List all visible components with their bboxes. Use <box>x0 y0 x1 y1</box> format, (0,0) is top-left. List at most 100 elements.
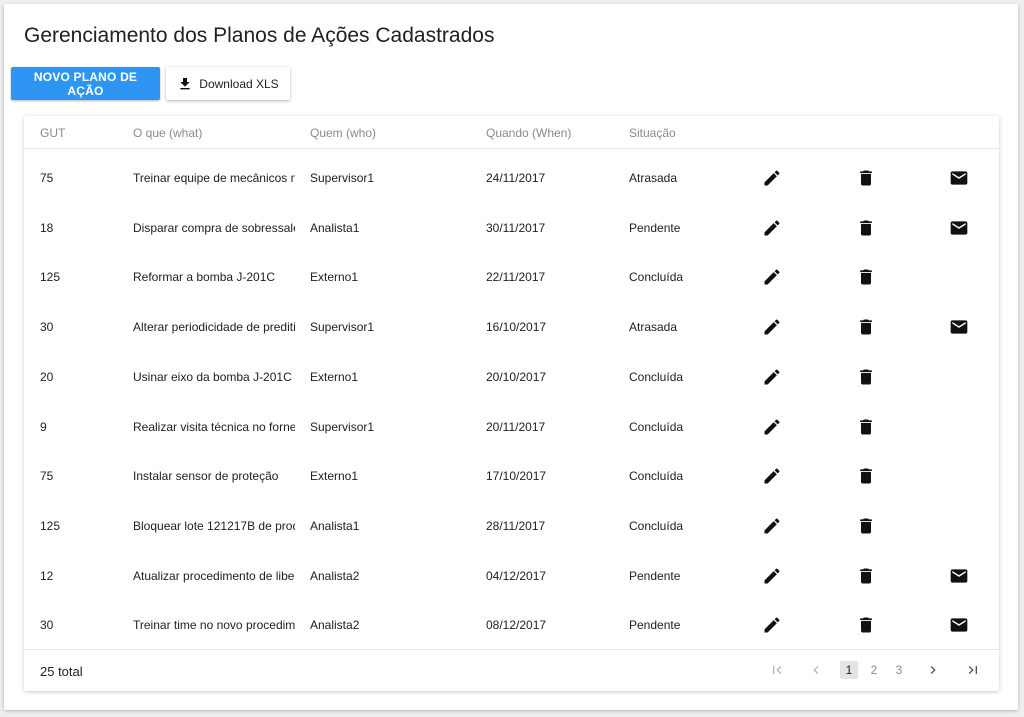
cell-gut: 12 <box>40 568 54 583</box>
edit-button[interactable] <box>761 366 783 388</box>
delete-button[interactable] <box>855 217 877 239</box>
cell-who: Supervisor1 <box>310 419 375 434</box>
cell-status: Atrasada <box>629 320 678 335</box>
table-row: 18 Disparar compra de sobressale Analista1… <box>24 203 999 253</box>
table-row: 125 Reformar a bomba J-201C Externo1 22/11/… <box>24 252 999 302</box>
send-email-button[interactable] <box>948 217 970 239</box>
delete-button[interactable] <box>855 614 877 636</box>
page-1-button[interactable]: 1 <box>840 661 858 679</box>
trash-icon <box>860 369 872 385</box>
delete-button[interactable] <box>855 316 877 338</box>
cell-status: Concluída <box>629 518 684 533</box>
send-email-button[interactable] <box>948 565 970 587</box>
column-header-who[interactable]: Quem (who) <box>310 126 376 140</box>
cell-who: Supervisor1 <box>310 320 375 335</box>
delete-button[interactable] <box>855 266 877 288</box>
cell-when: 17/10/2017 <box>486 469 547 484</box>
page-container: Gerenciamento dos Planos de Ações Cadast… <box>4 4 1018 710</box>
pencil-icon <box>764 568 780 584</box>
cell-what: Disparar compra de sobressale <box>133 220 295 235</box>
edit-button[interactable] <box>761 515 783 537</box>
cell-who: Externo1 <box>310 469 359 484</box>
cell-status: Concluída <box>629 419 684 434</box>
cell-what: Treinar time no novo procedime <box>133 618 295 633</box>
last-page-button[interactable] <box>963 660 983 680</box>
first-page-icon <box>773 666 782 674</box>
action-plans-table: GUT O que (what) Quem (who) Quando (When… <box>24 116 999 691</box>
pencil-icon <box>764 617 780 633</box>
cell-gut: 30 <box>40 320 54 335</box>
cell-gut: 75 <box>40 171 54 185</box>
column-header-what[interactable]: O que (what) <box>133 126 202 140</box>
table-row: 125 Bloquear lote 121217B de prod Analista… <box>24 501 999 551</box>
download-xls-button[interactable]: Download XLS <box>166 67 290 100</box>
column-header-when[interactable]: Quando (When) <box>486 126 571 140</box>
edit-button[interactable] <box>761 167 783 189</box>
cell-when: 30/11/2017 <box>486 220 546 235</box>
cell-who: Analista1 <box>310 220 360 235</box>
cell-status: Pendente <box>629 618 681 633</box>
download-icon <box>180 77 190 89</box>
delete-button[interactable] <box>855 416 877 438</box>
edit-button[interactable] <box>761 565 783 587</box>
pencil-icon <box>764 369 780 385</box>
cell-status: Pendente <box>629 568 681 583</box>
delete-button[interactable] <box>855 366 877 388</box>
cell-status: Concluída <box>629 469 684 484</box>
trash-icon <box>860 170 872 186</box>
send-email-button[interactable] <box>948 167 970 189</box>
envelope-icon <box>950 171 968 185</box>
table-header: GUT O que (what) Quem (who) Quando (When… <box>24 116 999 149</box>
page-2-button[interactable]: 2 <box>865 661 883 679</box>
edit-button[interactable] <box>761 614 783 636</box>
cell-what: Atualizar procedimento de liber <box>133 568 295 583</box>
column-header-gut[interactable]: GUT <box>40 126 65 140</box>
delete-button[interactable] <box>855 515 877 537</box>
cell-status: Concluída <box>629 369 684 384</box>
cell-who: Analista2 <box>310 568 360 583</box>
send-email-button[interactable] <box>948 316 970 338</box>
edit-button[interactable] <box>761 416 783 438</box>
delete-button[interactable] <box>855 167 877 189</box>
table-row: 30 Alterar periodicidade de preditiv Super… <box>24 302 999 352</box>
edit-button[interactable] <box>761 217 783 239</box>
send-email-button[interactable] <box>948 614 970 636</box>
cell-when: 08/12/2017 <box>486 618 547 633</box>
prev-page-button[interactable] <box>806 660 826 680</box>
cell-what: Instalar sensor de proteção <box>133 469 279 484</box>
table-row: 20 Usinar eixo da bomba J-201C Externo1 20/… <box>24 352 999 402</box>
delete-button[interactable] <box>855 565 877 587</box>
cell-gut: 30 <box>40 618 54 633</box>
edit-button[interactable] <box>761 266 783 288</box>
column-header-status[interactable]: Situação <box>629 126 676 140</box>
trash-icon <box>860 220 872 236</box>
last-page-icon <box>968 666 977 674</box>
cell-when: 20/10/2017 <box>486 369 547 384</box>
cell-who: Externo1 <box>310 270 359 285</box>
cell-gut: 20 <box>40 369 54 384</box>
cell-gut: 125 <box>40 518 61 533</box>
cell-gut: 75 <box>40 469 54 484</box>
cell-who: Analista2 <box>310 618 360 633</box>
cell-gut: 125 <box>40 270 61 285</box>
first-page-button[interactable] <box>767 660 787 680</box>
cell-when: 24/11/2017 <box>486 171 546 185</box>
pencil-icon <box>764 418 780 434</box>
cell-gut: 9 <box>40 419 47 434</box>
trash-icon <box>860 269 872 285</box>
envelope-icon <box>950 568 968 583</box>
page-3-button[interactable]: 3 <box>890 661 908 679</box>
cell-what: Usinar eixo da bomba J-201C <box>133 369 292 384</box>
trash-icon <box>860 568 872 584</box>
cell-when: 22/11/2017 <box>486 270 546 285</box>
delete-button[interactable] <box>855 465 877 487</box>
next-page-button[interactable] <box>923 660 943 680</box>
cell-what: Realizar visita técnica no fornec <box>133 419 295 434</box>
cell-when: 20/11/2017 <box>486 419 546 434</box>
edit-button[interactable] <box>761 465 783 487</box>
edit-button[interactable] <box>761 316 783 338</box>
pencil-icon <box>764 269 780 285</box>
trash-icon <box>860 468 872 484</box>
new-action-plan-button[interactable]: NOVO PLANO DE AÇÃO <box>11 67 160 100</box>
total-count: 25 total <box>40 664 83 679</box>
